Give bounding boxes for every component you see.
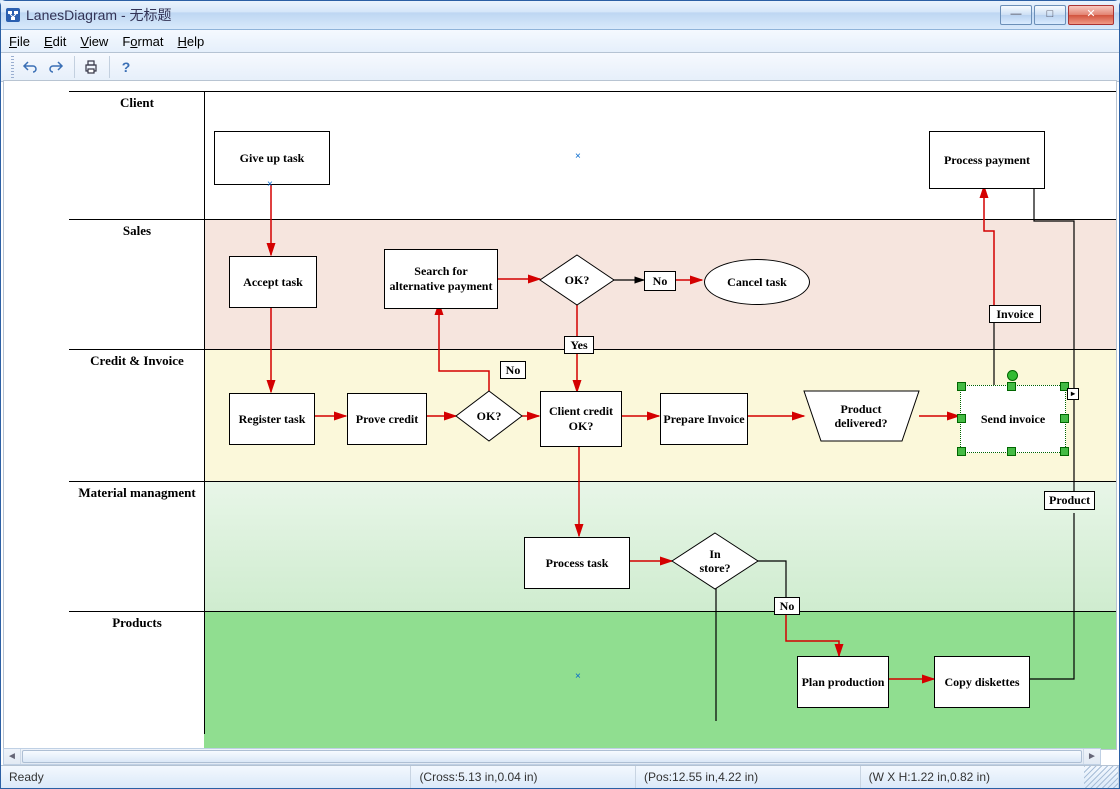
node-process-payment[interactable]: Process payment	[929, 131, 1045, 189]
toolbar-sep-1	[74, 56, 75, 78]
sel-handle[interactable]	[957, 414, 966, 423]
status-pos: (Pos:12.55 in,4.22 in)	[636, 766, 861, 788]
window-buttons: — □ ✕	[999, 2, 1115, 28]
title-doc: 无标题	[130, 5, 172, 25]
sel-handle[interactable]	[957, 447, 966, 456]
title-app: LanesDiagram	[26, 7, 117, 23]
resize-grip[interactable]	[1084, 766, 1119, 788]
diagram-canvas[interactable]: Client Sales Credit & Invoice Material m…	[4, 81, 1116, 734]
node-give-up-task[interactable]: Give up task	[214, 131, 330, 185]
edge-label-no-credit: No	[500, 361, 526, 379]
sel-handle[interactable]	[1007, 382, 1016, 391]
sel-lock-icon[interactable]: ▸	[1067, 388, 1079, 400]
app-window: LanesDiagram - 无标题 — □ ✕ File Edit View …	[0, 0, 1120, 789]
redo-button[interactable]	[44, 56, 68, 78]
close-button[interactable]: ✕	[1068, 5, 1114, 25]
node-prepare-invoice[interactable]: Prepare Invoice	[660, 393, 748, 445]
edge-label-no-sales: No	[644, 271, 676, 291]
menu-file[interactable]: File	[9, 34, 30, 49]
node-register-task[interactable]: Register task	[229, 393, 315, 445]
node-copy-diskettes[interactable]: Copy diskettes	[934, 656, 1030, 708]
menu-view[interactable]: View	[80, 34, 108, 49]
sel-rotate-handle[interactable]	[1007, 370, 1018, 381]
app-icon	[5, 7, 21, 23]
svg-text:?: ?	[122, 59, 131, 75]
toolbar: ?	[1, 53, 1119, 82]
maximize-button[interactable]: □	[1034, 5, 1066, 25]
sel-handle[interactable]	[1060, 414, 1069, 423]
menu-edit[interactable]: Edit	[44, 34, 66, 49]
help-button[interactable]: ?	[114, 56, 138, 78]
titlebar[interactable]: LanesDiagram - 无标题 — □ ✕	[1, 1, 1119, 30]
print-button[interactable]	[79, 56, 103, 78]
svg-text:Product: Product	[840, 402, 881, 416]
port-marker: ×	[575, 151, 581, 162]
svg-text:store?: store?	[699, 561, 730, 575]
sel-handle[interactable]	[1007, 447, 1016, 456]
status-ready: Ready	[1, 766, 411, 788]
node-product-delivered[interactable]: Product delivered?	[804, 391, 919, 441]
menu-format[interactable]: Format	[122, 34, 163, 49]
port-marker: ×	[575, 671, 581, 682]
statusbar: Ready (Cross:5.13 in,0.04 in) (Pos:12.55…	[1, 765, 1119, 788]
edge-label-invoice: Invoice	[989, 305, 1041, 323]
edge-label-yes: Yes	[564, 336, 594, 354]
scroll-thumb[interactable]	[22, 750, 1082, 763]
edge-label-no-store: No	[774, 597, 800, 615]
toolbar-gripper	[11, 56, 14, 78]
status-size: (W X H:1.22 in,0.82 in)	[861, 766, 1085, 788]
menubar: File Edit View Format Help	[1, 30, 1119, 53]
scroll-right-button[interactable]: ►	[1083, 749, 1100, 764]
node-in-store[interactable]: In store?	[672, 533, 758, 589]
node-prove-credit[interactable]: Prove credit	[347, 393, 427, 445]
svg-text:delivered?: delivered?	[834, 416, 887, 430]
node-cancel-task[interactable]: Cancel task	[704, 259, 810, 305]
node-search-alt-payment[interactable]: Search for alternative payment	[384, 249, 498, 309]
sel-handle[interactable]	[957, 382, 966, 391]
canvas-container: Client Sales Credit & Invoice Material m…	[3, 80, 1117, 750]
svg-text:OK?: OK?	[565, 273, 590, 287]
node-ok-sales[interactable]: OK?	[540, 255, 614, 305]
node-accept-task[interactable]: Accept task	[229, 256, 317, 308]
node-send-invoice-label: Send invoice	[981, 412, 1045, 427]
menu-help[interactable]: Help	[178, 34, 205, 49]
minimize-button[interactable]: —	[1000, 5, 1032, 25]
port-marker: ×	[267, 179, 273, 190]
node-process-task[interactable]: Process task	[524, 537, 630, 589]
toolbar-sep-2	[109, 56, 110, 78]
node-ok-credit[interactable]: OK?	[456, 391, 522, 441]
sel-handle[interactable]	[1060, 447, 1069, 456]
status-cross: (Cross:5.13 in,0.04 in)	[411, 766, 636, 788]
title-sep: -	[117, 7, 129, 23]
node-plan-production[interactable]: Plan production	[797, 656, 889, 708]
scroll-left-button[interactable]: ◄	[4, 749, 21, 764]
node-client-credit-ok[interactable]: Client credit OK?	[540, 391, 622, 447]
svg-text:OK?: OK?	[477, 409, 502, 423]
undo-button[interactable]	[18, 56, 42, 78]
edge-label-product: Product	[1044, 491, 1095, 510]
svg-text:In: In	[709, 547, 721, 561]
node-send-invoice[interactable]: Send invoice ▸	[960, 385, 1066, 453]
h-scrollbar[interactable]: ◄ ►	[3, 748, 1101, 765]
